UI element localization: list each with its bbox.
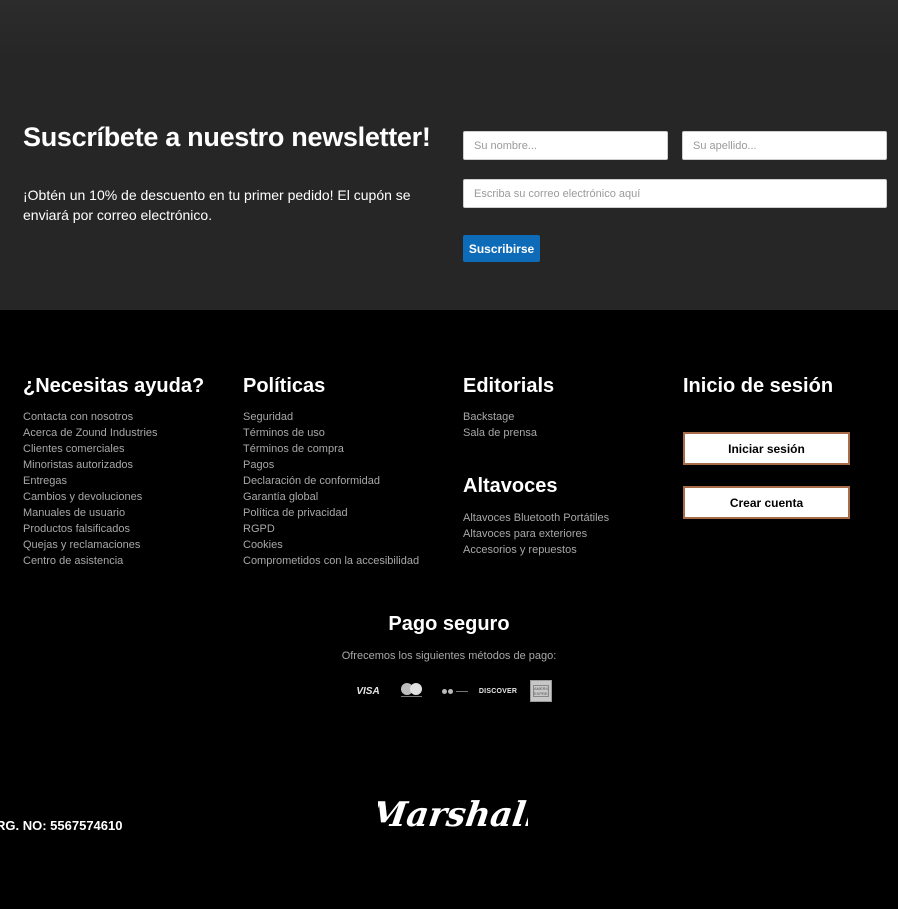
policy-link[interactable]: Pagos — [243, 457, 419, 473]
policy-link[interactable]: Cookies — [243, 537, 419, 553]
help-link[interactable]: Cambios y devoluciones — [23, 489, 158, 505]
policy-link[interactable]: RGPD — [243, 521, 419, 537]
email-input[interactable] — [463, 179, 887, 208]
help-links: Contacta con nosotros Acerca de Zound In… — [23, 409, 158, 569]
amex-icon: AMERICAN EXPRESS — [530, 680, 552, 702]
speaker-link[interactable]: Altavoces para exteriores — [463, 526, 609, 542]
help-link[interactable]: Centro de asistencia — [23, 553, 158, 569]
help-link[interactable]: Contacta con nosotros — [23, 409, 158, 425]
marshall-logo[interactable]: Marshall — [378, 792, 528, 836]
help-link[interactable]: Acerca de Zound Industries — [23, 425, 158, 441]
help-link[interactable]: Manuales de usuario — [23, 505, 158, 521]
amex-text: AMERICAN EXPRESS — [533, 685, 549, 697]
editorial-link[interactable]: Sala de prensa — [463, 425, 537, 441]
policy-link[interactable]: Términos de uso — [243, 425, 419, 441]
maestro-icon — [441, 681, 469, 701]
signin-button[interactable]: Iniciar sesión — [683, 432, 850, 465]
policy-link[interactable]: Declaración de conformidad — [243, 473, 419, 489]
help-title: ¿Necesitas ayuda? — [23, 375, 205, 397]
payment-subtitle: Ofrecemos los siguientes métodos de pago… — [341, 650, 557, 662]
newsletter-section: Suscríbete a nuestro newsletter! ¡Obtén … — [0, 58, 898, 310]
policies-title: Políticas — [243, 375, 326, 397]
last-name-input[interactable] — [682, 131, 887, 160]
policy-link[interactable]: Garantía global — [243, 489, 419, 505]
brand-logo-text: Marshall — [378, 795, 528, 835]
visa-icon: VISA — [356, 685, 380, 697]
help-link[interactable]: Entregas — [23, 473, 158, 489]
help-link[interactable]: Clientes comerciales — [23, 441, 158, 457]
editorial-link[interactable]: Backstage — [463, 409, 537, 425]
speaker-link[interactable]: Altavoces Bluetooth Portátiles — [463, 510, 609, 526]
editorials-title: Editorials — [463, 375, 555, 397]
help-link[interactable]: Minoristas autorizados — [23, 457, 158, 473]
mastercard-icon — [399, 681, 425, 701]
help-link[interactable]: Productos falsificados — [23, 521, 158, 537]
login-title: Inicio de sesión — [683, 375, 834, 397]
first-name-input[interactable] — [463, 131, 668, 160]
policy-link[interactable]: Comprometidos con la accesibilidad — [243, 553, 419, 569]
policies-links: Seguridad Términos de uso Términos de co… — [243, 409, 419, 569]
policy-link[interactable]: Términos de compra — [243, 441, 419, 457]
create-account-button[interactable]: Crear cuenta — [683, 486, 850, 519]
subscribe-button[interactable]: Suscribirse — [463, 235, 540, 262]
payment-title: Pago seguro — [388, 613, 510, 635]
newsletter-title: Suscríbete a nuestro newsletter! — [23, 122, 431, 152]
editorials-links: Backstage Sala de prensa — [463, 409, 537, 441]
policy-link[interactable]: Política de privacidad — [243, 505, 419, 521]
speaker-link[interactable]: Accesorios y repuestos — [463, 542, 609, 558]
discover-icon: DISCOVER — [478, 687, 518, 695]
help-link[interactable]: Quejas y reclamaciones — [23, 537, 158, 553]
speakers-links: Altavoces Bluetooth Portátiles Altavoces… — [463, 510, 609, 558]
newsletter-description: ¡Obtén un 10% de descuento en tu primer … — [23, 187, 411, 223]
policy-link[interactable]: Seguridad — [243, 409, 419, 425]
speakers-title: Altavoces — [463, 475, 558, 497]
registration-number: RG. NO: 5567574610 — [0, 818, 123, 833]
top-strip — [0, 0, 898, 58]
